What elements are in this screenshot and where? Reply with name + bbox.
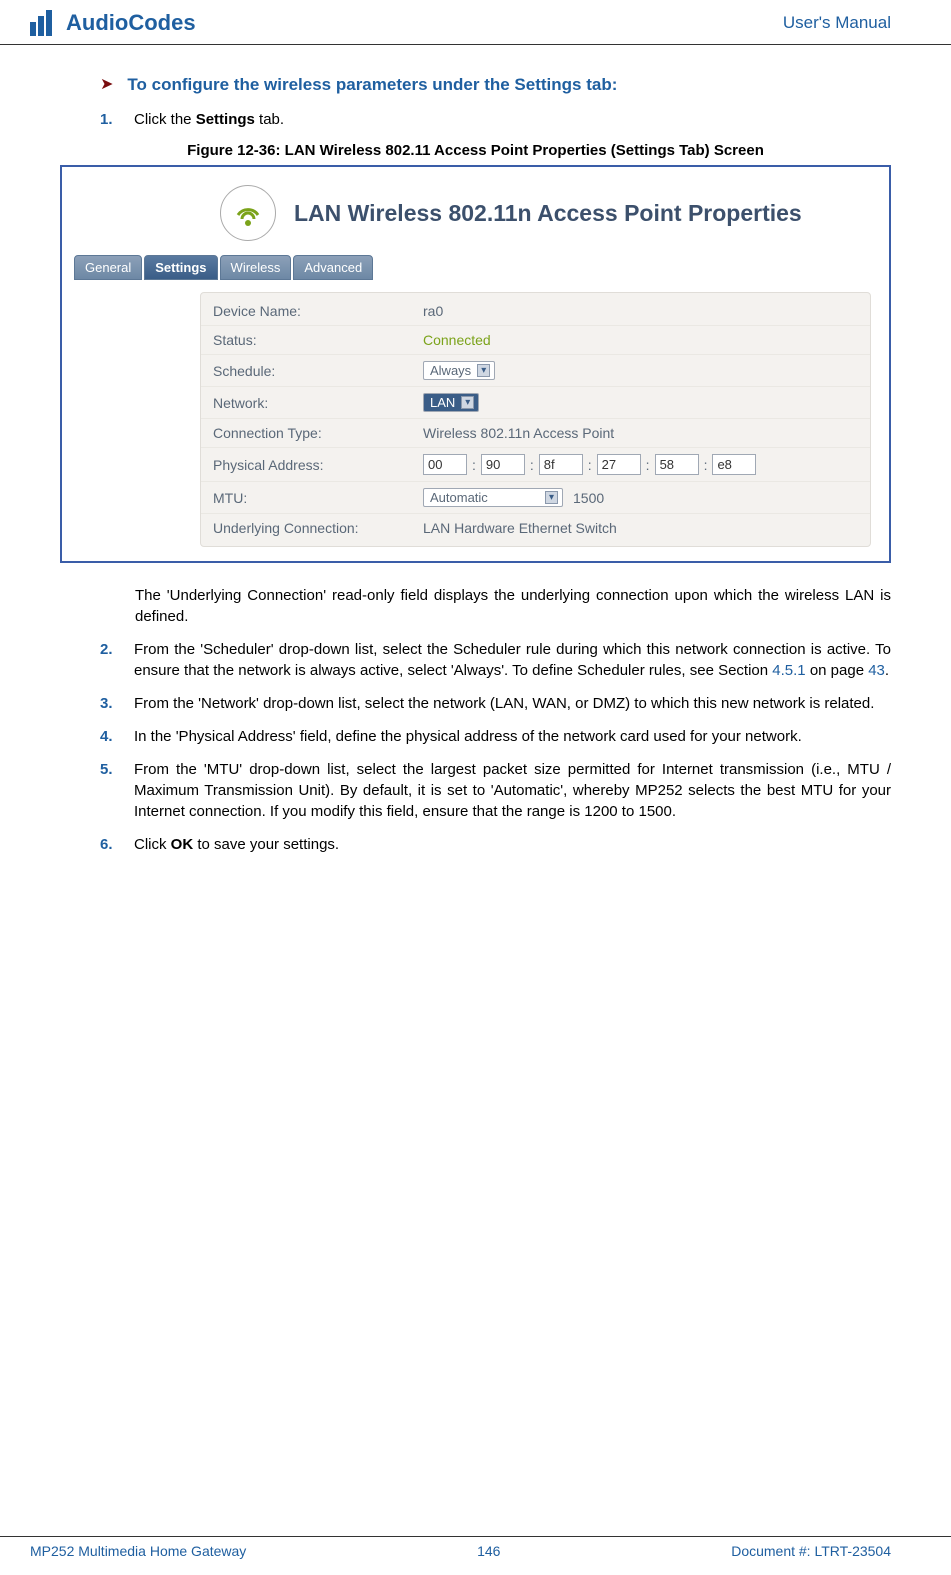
step1-prefix: Click the <box>134 111 196 128</box>
schedule-select[interactable]: Always ▾ <box>423 361 495 380</box>
step6-suffix: to save your settings. <box>193 836 339 853</box>
row-network: Network: LAN ▾ <box>201 386 870 418</box>
step-4: 4. In the 'Physical Address' field, defi… <box>100 726 891 747</box>
footer-left: MP252 Multimedia Home Gateway <box>30 1543 246 1559</box>
mtu-select[interactable]: Automatic ▾ <box>423 488 563 507</box>
step-6: 6. Click OK to save your settings. <box>100 834 891 855</box>
phy-input-3[interactable]: 27 <box>597 454 641 475</box>
step-number: 6. <box>100 834 120 855</box>
tab-advanced[interactable]: Advanced <box>293 255 373 280</box>
step2-c: . <box>885 662 889 679</box>
step1-suffix: tab. <box>255 111 284 128</box>
device-name-label: Device Name: <box>213 303 423 319</box>
page-footer: MP252 Multimedia Home Gateway 146 Docume… <box>0 1536 951 1559</box>
header-doc-title: User's Manual <box>783 13 891 33</box>
section-heading: ➤ To configure the wireless parameters u… <box>100 75 891 95</box>
logo-icon <box>30 10 60 36</box>
row-physical-address: Physical Address: 00: 90: 8f: 27: 58: e8 <box>201 447 870 481</box>
row-mtu: MTU: Automatic ▾ 1500 <box>201 481 870 513</box>
step-list-body: 2. From the 'Scheduler' drop-down list, … <box>100 639 891 855</box>
step2-link1[interactable]: 4.5.1 <box>772 662 805 679</box>
step-text: Click OK to save your settings. <box>134 834 339 855</box>
mtu-controls: Automatic ▾ 1500 <box>423 488 604 507</box>
status-label: Status: <box>213 332 423 348</box>
screenshot-frame: LAN Wireless 802.11n Access Point Proper… <box>60 165 891 563</box>
step-number: 2. <box>100 639 120 681</box>
footer-right: Document #: LTRT-23504 <box>731 1543 891 1559</box>
step-2: 2. From the 'Scheduler' drop-down list, … <box>100 639 891 681</box>
row-status: Status: Connected <box>201 325 870 354</box>
step-number: 3. <box>100 693 120 714</box>
step6-bold: OK <box>171 836 194 853</box>
figure-caption: Figure 12-36: LAN Wireless 802.11 Access… <box>60 142 891 159</box>
step6-prefix: Click <box>134 836 171 853</box>
logo-text: AudioCodes <box>66 10 196 36</box>
phy-input-2[interactable]: 8f <box>539 454 583 475</box>
mtu-mode: Automatic <box>430 490 488 505</box>
step-list-top: 1. Click the Settings tab. <box>100 109 891 130</box>
phy-input-1[interactable]: 90 <box>481 454 525 475</box>
step-number: 1. <box>100 109 120 130</box>
panel-header: LAN Wireless 802.11n Access Point Proper… <box>70 175 881 255</box>
panel-title: LAN Wireless 802.11n Access Point Proper… <box>294 200 802 227</box>
network-select[interactable]: LAN ▾ <box>423 393 479 412</box>
mtu-value: 1500 <box>573 490 604 506</box>
step1-bold: Settings <box>196 111 255 128</box>
step-text: From the 'MTU' drop-down list, select th… <box>134 759 891 822</box>
settings-body: Device Name: ra0 Status: Connected Sched… <box>70 288 881 553</box>
section-heading-text: To configure the wireless parameters und… <box>127 75 617 95</box>
network-label: Network: <box>213 395 423 411</box>
phy-input-0[interactable]: 00 <box>423 454 467 475</box>
tab-settings[interactable]: Settings <box>144 255 217 280</box>
row-device-name: Device Name: ra0 <box>201 297 870 325</box>
arrow-icon: ➤ <box>100 75 113 95</box>
step-text: From the 'Scheduler' drop-down list, sel… <box>134 639 891 681</box>
step-text: Click the Settings tab. <box>134 109 284 130</box>
schedule-label: Schedule: <box>213 363 423 379</box>
tab-general[interactable]: General <box>74 255 142 280</box>
conn-type-value: Wireless 802.11n Access Point <box>423 425 614 441</box>
step2-link2[interactable]: 43 <box>868 662 885 679</box>
phy-input-4[interactable]: 58 <box>655 454 699 475</box>
brand-logo: AudioCodes <box>30 10 196 36</box>
chevron-down-icon: ▾ <box>477 364 490 377</box>
conn-type-label: Connection Type: <box>213 425 423 441</box>
step-text: From the 'Network' drop-down list, selec… <box>134 693 874 714</box>
tab-wireless[interactable]: Wireless <box>220 255 292 280</box>
wifi-icon <box>220 185 276 241</box>
step-5: 5. From the 'MTU' drop-down list, select… <box>100 759 891 822</box>
page-header: AudioCodes User's Manual <box>0 0 951 45</box>
underlying-label: Underlying Connection: <box>213 520 423 536</box>
schedule-value: Always <box>430 363 471 378</box>
status-value: Connected <box>423 332 491 348</box>
chevron-down-icon: ▾ <box>461 396 474 409</box>
phy-label: Physical Address: <box>213 457 423 473</box>
row-schedule: Schedule: Always ▾ <box>201 354 870 386</box>
tab-bar: General Settings Wireless Advanced <box>70 255 881 280</box>
step-number: 5. <box>100 759 120 822</box>
step-text: In the 'Physical Address' field, define … <box>134 726 802 747</box>
content-area: ➤ To configure the wireless parameters u… <box>0 45 951 855</box>
step-1: 1. Click the Settings tab. <box>100 109 891 130</box>
para-underlying: The 'Underlying Connection' read-only fi… <box>135 585 891 627</box>
phy-inputs: 00: 90: 8f: 27: 58: e8 <box>423 454 756 475</box>
row-underlying: Underlying Connection: LAN Hardware Ethe… <box>201 513 870 542</box>
step-number: 4. <box>100 726 120 747</box>
settings-section: Device Name: ra0 Status: Connected Sched… <box>200 292 871 547</box>
phy-input-5[interactable]: e8 <box>712 454 756 475</box>
underlying-value: LAN Hardware Ethernet Switch <box>423 520 617 536</box>
step-3: 3. From the 'Network' drop-down list, se… <box>100 693 891 714</box>
device-name-value: ra0 <box>423 303 443 319</box>
mtu-label: MTU: <box>213 490 423 506</box>
step2-b: on page <box>806 662 869 679</box>
footer-page-number: 146 <box>477 1543 500 1559</box>
row-connection-type: Connection Type: Wireless 802.11n Access… <box>201 418 870 447</box>
network-value: LAN <box>430 395 455 410</box>
chevron-down-icon: ▾ <box>545 491 558 504</box>
